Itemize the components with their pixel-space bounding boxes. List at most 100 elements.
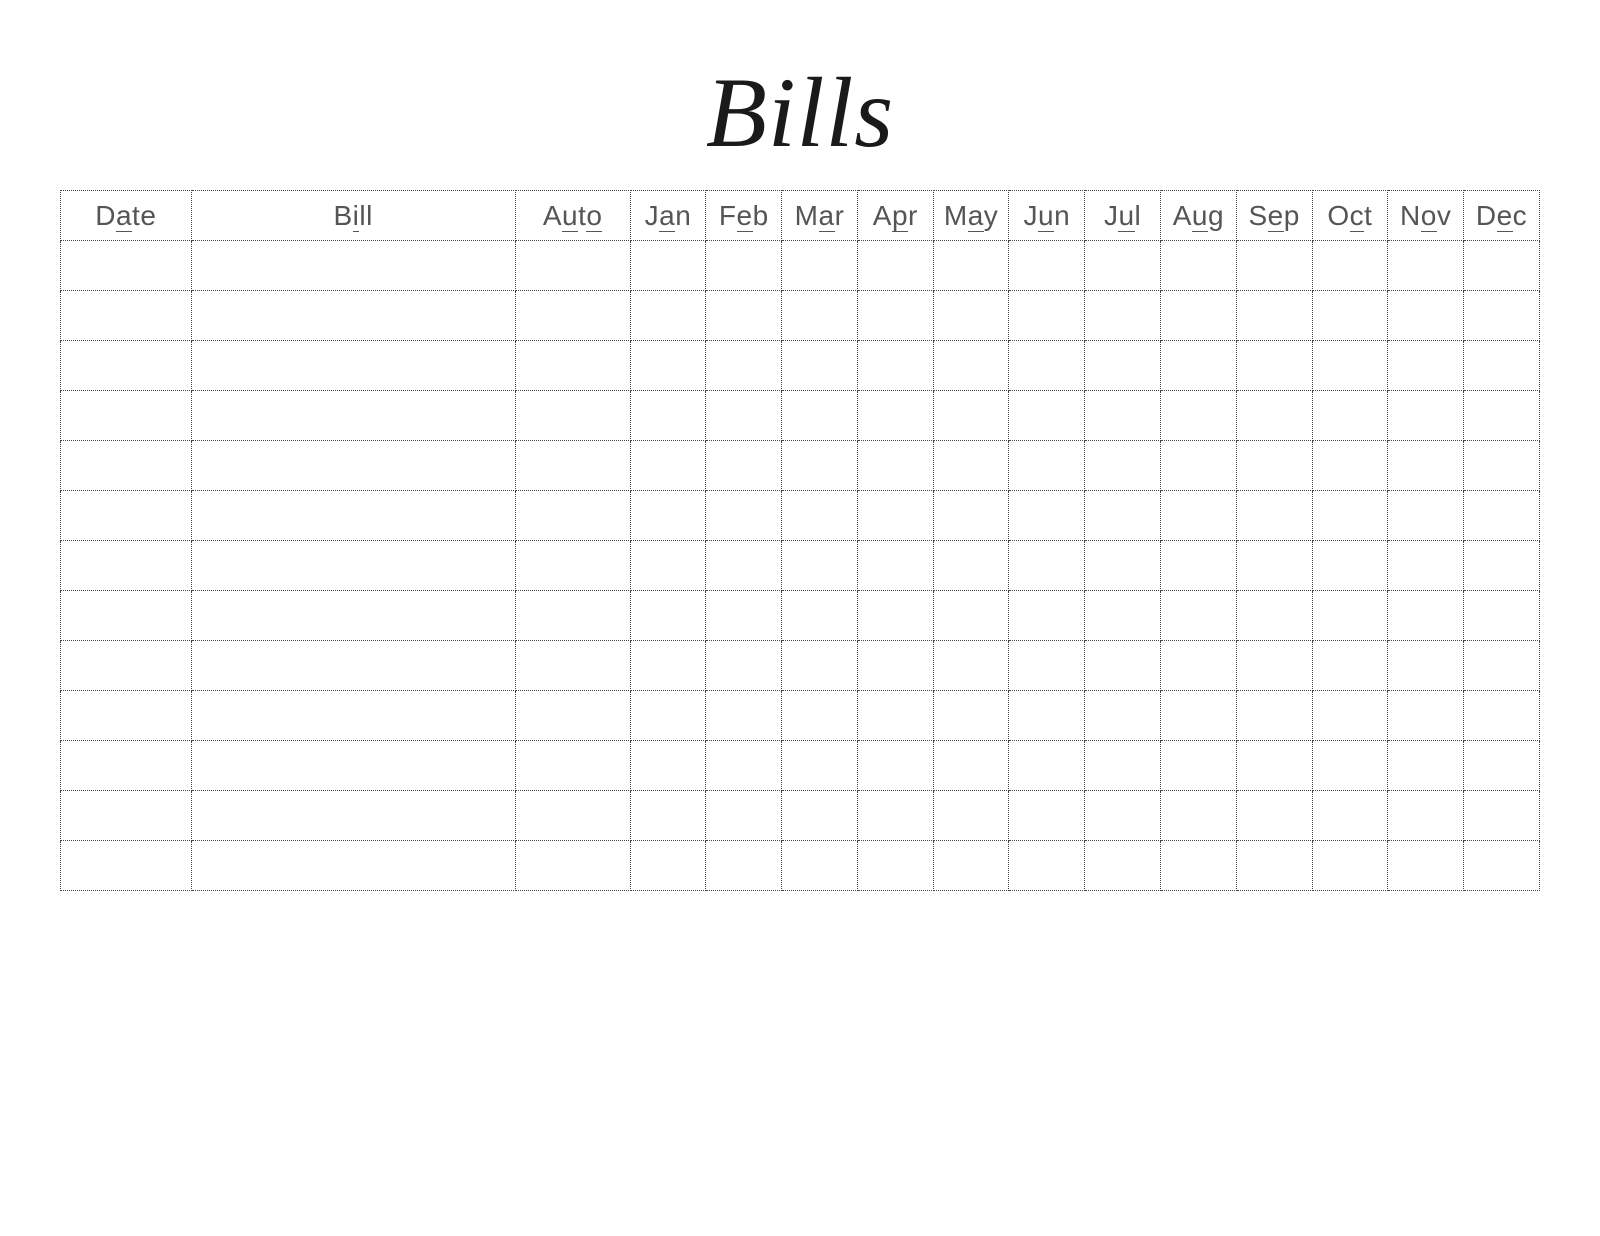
table-cell[interactable] [706, 641, 782, 691]
table-cell[interactable] [515, 791, 630, 841]
table-cell[interactable] [61, 591, 192, 641]
table-cell[interactable] [1085, 341, 1161, 391]
table-cell[interactable] [61, 341, 192, 391]
table-cell[interactable] [706, 441, 782, 491]
table-cell[interactable] [1464, 241, 1540, 291]
table-cell[interactable] [857, 491, 933, 541]
table-cell[interactable] [1160, 591, 1236, 641]
table-cell[interactable] [61, 641, 192, 691]
table-cell[interactable] [1236, 241, 1312, 291]
table-cell[interactable] [61, 291, 192, 341]
table-cell[interactable] [1160, 841, 1236, 891]
table-cell[interactable] [191, 591, 515, 641]
table-cell[interactable] [857, 241, 933, 291]
table-cell[interactable] [1388, 691, 1464, 741]
table-cell[interactable] [1312, 541, 1388, 591]
table-cell[interactable] [933, 391, 1009, 441]
table-cell[interactable] [1009, 491, 1085, 541]
table-cell[interactable] [782, 341, 858, 391]
table-cell[interactable] [1464, 541, 1540, 591]
table-cell[interactable] [933, 791, 1009, 841]
table-cell[interactable] [1009, 791, 1085, 841]
table-cell[interactable] [1160, 691, 1236, 741]
table-cell[interactable] [1236, 691, 1312, 741]
table-cell[interactable] [191, 241, 515, 291]
table-cell[interactable] [1236, 541, 1312, 591]
table-cell[interactable] [515, 591, 630, 641]
table-cell[interactable] [630, 241, 706, 291]
table-cell[interactable] [515, 541, 630, 591]
table-cell[interactable] [1464, 791, 1540, 841]
table-cell[interactable] [630, 591, 706, 641]
table-cell[interactable] [515, 441, 630, 491]
table-cell[interactable] [782, 441, 858, 491]
table-cell[interactable] [1388, 791, 1464, 841]
table-cell[interactable] [1085, 741, 1161, 791]
table-cell[interactable] [1009, 741, 1085, 791]
table-cell[interactable] [1085, 291, 1161, 341]
table-cell[interactable] [782, 591, 858, 641]
table-cell[interactable] [933, 541, 1009, 591]
table-cell[interactable] [1085, 691, 1161, 741]
table-cell[interactable] [1388, 841, 1464, 891]
table-cell[interactable] [1464, 641, 1540, 691]
table-cell[interactable] [1464, 691, 1540, 741]
table-cell[interactable] [857, 291, 933, 341]
table-cell[interactable] [706, 491, 782, 541]
table-cell[interactable] [191, 641, 515, 691]
table-cell[interactable] [706, 741, 782, 791]
table-cell[interactable] [933, 841, 1009, 891]
table-cell[interactable] [1009, 591, 1085, 641]
table-cell[interactable] [706, 241, 782, 291]
table-cell[interactable] [630, 541, 706, 591]
table-cell[interactable] [1085, 591, 1161, 641]
table-cell[interactable] [857, 741, 933, 791]
table-cell[interactable] [61, 741, 192, 791]
table-cell[interactable] [1236, 491, 1312, 541]
table-cell[interactable] [933, 341, 1009, 391]
table-cell[interactable] [1236, 291, 1312, 341]
table-cell[interactable] [857, 391, 933, 441]
table-cell[interactable] [1464, 441, 1540, 491]
table-cell[interactable] [1236, 441, 1312, 491]
table-cell[interactable] [630, 441, 706, 491]
table-cell[interactable] [61, 241, 192, 291]
table-cell[interactable] [857, 441, 933, 491]
table-cell[interactable] [1312, 641, 1388, 691]
table-cell[interactable] [191, 441, 515, 491]
table-cell[interactable] [61, 391, 192, 441]
table-cell[interactable] [1312, 291, 1388, 341]
table-cell[interactable] [1009, 391, 1085, 441]
table-cell[interactable] [706, 591, 782, 641]
table-cell[interactable] [706, 341, 782, 391]
table-cell[interactable] [706, 291, 782, 341]
table-cell[interactable] [1236, 841, 1312, 891]
table-cell[interactable] [782, 241, 858, 291]
table-cell[interactable] [1085, 241, 1161, 291]
table-cell[interactable] [1464, 491, 1540, 541]
table-cell[interactable] [1312, 341, 1388, 391]
table-cell[interactable] [191, 691, 515, 741]
table-cell[interactable] [933, 441, 1009, 491]
table-cell[interactable] [191, 391, 515, 441]
table-cell[interactable] [1009, 341, 1085, 391]
table-cell[interactable] [1388, 441, 1464, 491]
table-cell[interactable] [191, 491, 515, 541]
table-cell[interactable] [515, 391, 630, 441]
table-cell[interactable] [1388, 341, 1464, 391]
table-cell[interactable] [1388, 241, 1464, 291]
table-cell[interactable] [1009, 841, 1085, 891]
table-cell[interactable] [857, 641, 933, 691]
table-cell[interactable] [933, 591, 1009, 641]
table-cell[interactable] [706, 391, 782, 441]
table-cell[interactable] [191, 741, 515, 791]
table-cell[interactable] [191, 291, 515, 341]
table-cell[interactable] [933, 691, 1009, 741]
table-cell[interactable] [515, 491, 630, 541]
table-cell[interactable] [1160, 341, 1236, 391]
table-cell[interactable] [857, 841, 933, 891]
table-cell[interactable] [706, 541, 782, 591]
table-cell[interactable] [630, 291, 706, 341]
table-cell[interactable] [1160, 491, 1236, 541]
table-cell[interactable] [1160, 791, 1236, 841]
